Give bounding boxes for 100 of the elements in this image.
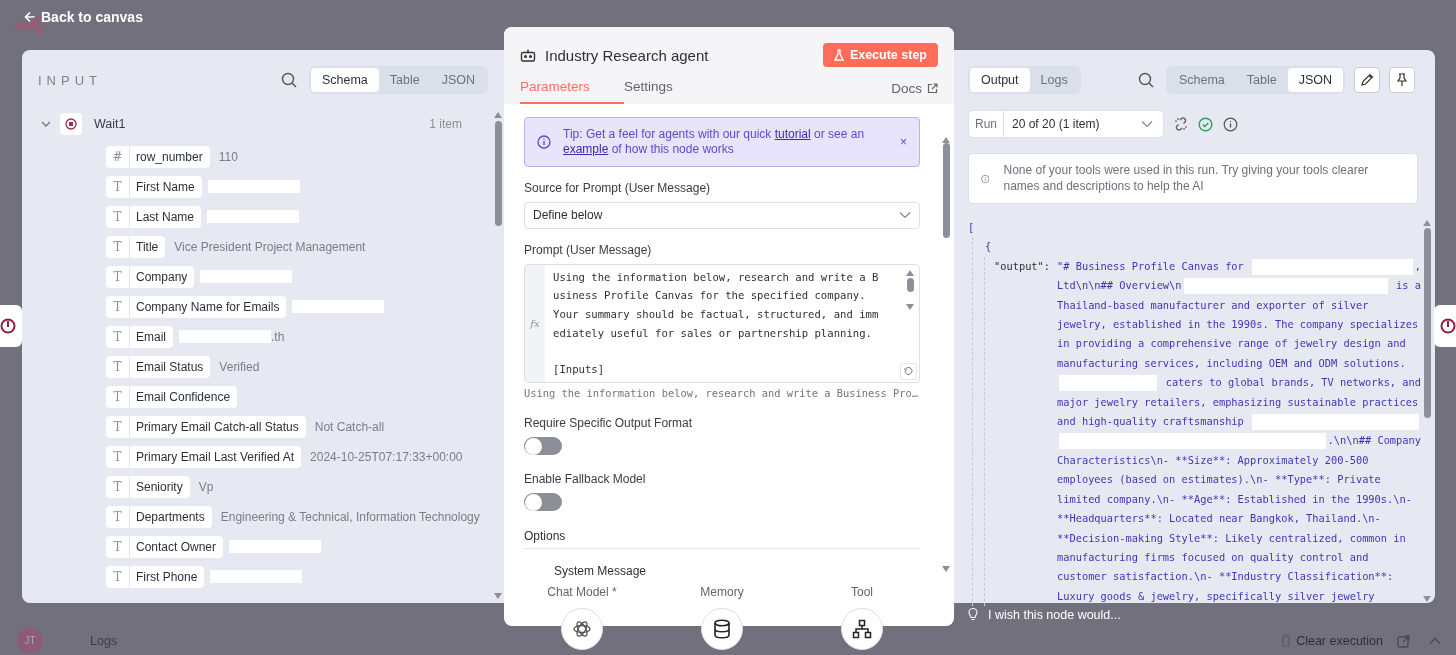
connector-button[interactable]: [701, 608, 743, 650]
field-value: 110: [218, 149, 238, 164]
tip-link[interactable]: tutorial: [774, 127, 811, 141]
field-chip[interactable]: T Primary Email Catch-all Status: [106, 415, 306, 438]
json-line: in providing a comprehensive range of jewelry design and: [1057, 336, 1407, 352]
run-select[interactable]: Run 20 of 20 (1 item): [968, 110, 1164, 138]
json-line: limited company.\n- **Age**: Established in the 1990s.\n-: [1057, 491, 1413, 507]
node-icon: [60, 113, 82, 135]
toggle-label: Require Specific Output Format: [524, 415, 694, 430]
field-value: Verified: [219, 359, 260, 374]
field-label: Source for Prompt (User Message): [524, 181, 712, 195]
pin-icon[interactable]: [1389, 67, 1415, 93]
info-icon: [537, 135, 551, 149]
toggle-switch[interactable]: [524, 436, 562, 455]
tip-link[interactable]: example: [563, 142, 609, 156]
json-line: employees (based on estimates).\n- **Type**: Private: [1057, 472, 1382, 488]
trash-icon: [1280, 634, 1293, 647]
search-icon[interactable]: [1137, 72, 1154, 88]
connector-label: Tool: [851, 585, 873, 599]
expand-icon[interactable]: [900, 362, 917, 380]
view-tab[interactable]: Schema: [310, 68, 379, 92]
robot-icon: [520, 48, 536, 62]
connector-button[interactable]: [561, 608, 603, 650]
connector-label: Memory: [700, 585, 744, 599]
field-chip[interactable]: # row_number: [106, 145, 210, 168]
field-value: Vp: [198, 479, 214, 494]
panel-tab[interactable]: Settings: [624, 79, 728, 104]
field-chip[interactable]: T Departments: [106, 505, 212, 528]
scrollbar-thumb[interactable]: [1423, 228, 1431, 418]
database-icon: [713, 619, 731, 639]
view-tab[interactable]: Output: [970, 68, 1030, 92]
json-line: customer satisfaction.\n- **Industry Classification**:: [1057, 569, 1395, 585]
info-icon[interactable]: [1223, 116, 1238, 132]
scroll-up-icon[interactable]: [1423, 220, 1431, 226]
json-bracket: [: [968, 220, 975, 235]
json-line: Characteristics\n- **Size**: Approximately 200-500: [1057, 452, 1370, 468]
flask-icon: [833, 49, 844, 61]
broken-link-icon[interactable]: [1174, 117, 1188, 131]
scroll-down-icon[interactable]: [942, 566, 950, 572]
field-chip[interactable]: T Title: [106, 235, 166, 258]
json-line: manufacturing services, including OEM and ODM solutions.: [1057, 355, 1407, 371]
toggle-label: Enable Fallback Model: [524, 471, 647, 486]
node-handle[interactable]: [1434, 305, 1456, 347]
prompt-editor[interactable]: fx Using the information below, research and write a B usiness Profile Canvas for the specified company. Your summary should be factual, structured, and imm ediately useful for sales or partnership planning. [Inputs]: [524, 263, 920, 383]
source-select[interactable]: Define below: [524, 202, 920, 229]
close-button[interactable]: ×: [900, 135, 907, 149]
field-chip[interactable]: T Company: [106, 265, 195, 288]
field-chip[interactable]: T Email Status: [106, 355, 211, 378]
field-value: Engineering & Technical, Information Technology: [220, 509, 480, 524]
field-value: Not Catch-all: [314, 419, 385, 434]
view-tab[interactable]: JSON: [430, 68, 486, 92]
field-chip[interactable]: T Email: [106, 325, 173, 348]
view-tab[interactable]: Schema: [1167, 68, 1236, 92]
info-icon: [981, 172, 990, 185]
power-icon: [0, 318, 16, 334]
scroll-down-icon[interactable]: [1423, 596, 1431, 603]
json-line: Thailand-based manufacturer and exporter of silver: [1057, 297, 1370, 313]
json-line: caters to global brands, TV networks, and: [1057, 373, 1421, 393]
json-line: .\n\n## Company: [1057, 431, 1421, 451]
json-bracket: {: [985, 239, 992, 255]
toggle-switch[interactable]: [524, 492, 562, 511]
hierarchy-icon: [852, 619, 872, 639]
field-label: Prompt (User Message): [524, 242, 653, 257]
scroll-down-icon[interactable]: [906, 303, 914, 310]
view-tab[interactable]: Table: [378, 68, 431, 92]
json-line: jewelry, established in the 1990s. The company specializes: [1057, 317, 1420, 333]
field-chip[interactable]: T First Phone: [106, 565, 205, 588]
field-chip[interactable]: T Email Confidence: [106, 385, 238, 408]
json-line: Ltd\n\n## Overview\n is a: [1057, 276, 1421, 296]
json-line: major jewelry retailers, emphasizing sustainable practices: [1057, 394, 1420, 410]
external-link-icon: [927, 83, 938, 94]
field-chip[interactable]: T Primary Email Last Verified At: [106, 445, 302, 468]
field-chip[interactable]: T Last Name: [106, 205, 202, 228]
view-tab[interactable]: Logs: [1029, 68, 1079, 92]
view-tab[interactable]: Table: [1235, 68, 1288, 92]
view-tab[interactable]: JSON: [1287, 68, 1343, 92]
field-chip[interactable]: T Company Name for Emails: [106, 295, 287, 318]
prompt-preview: Using the information below, research and write a Business Pro…: [524, 386, 920, 399]
fx-label: fx: [530, 317, 540, 329]
scrollbar-thumb[interactable]: [494, 121, 502, 226]
feedback-prompt[interactable]: I wish this node would...: [988, 607, 1121, 622]
options-heading: Options: [524, 529, 920, 549]
json-line: Luxury goods & jewelry, specifically silver jewelry: [1057, 588, 1376, 604]
scroll-up-icon[interactable]: [494, 112, 502, 118]
node-handle[interactable]: [0, 305, 22, 347]
arrow-left-icon: [24, 11, 36, 23]
field-chip[interactable]: T Seniority: [106, 475, 190, 498]
connector-button[interactable]: [841, 608, 883, 650]
field-chip[interactable]: T First Name: [106, 175, 202, 198]
json-line: manufacturing firms focused on quality control and: [1057, 549, 1370, 565]
popout-icon[interactable]: [1397, 633, 1411, 648]
back-link[interactable]: Back to canvas: [24, 9, 143, 25]
edit-icon[interactable]: [1354, 67, 1380, 93]
chevron-up-icon[interactable]: [1429, 636, 1441, 645]
docs-link[interactable]: Docs: [891, 81, 938, 104]
json-line: "# Business Profile Canvas for ,: [1057, 256, 1421, 277]
scroll-down-icon[interactable]: [494, 593, 502, 599]
field-value: Vice President Project Management: [174, 239, 366, 254]
search-icon[interactable]: [280, 72, 297, 88]
field-chip[interactable]: T Contact Owner: [106, 535, 224, 558]
